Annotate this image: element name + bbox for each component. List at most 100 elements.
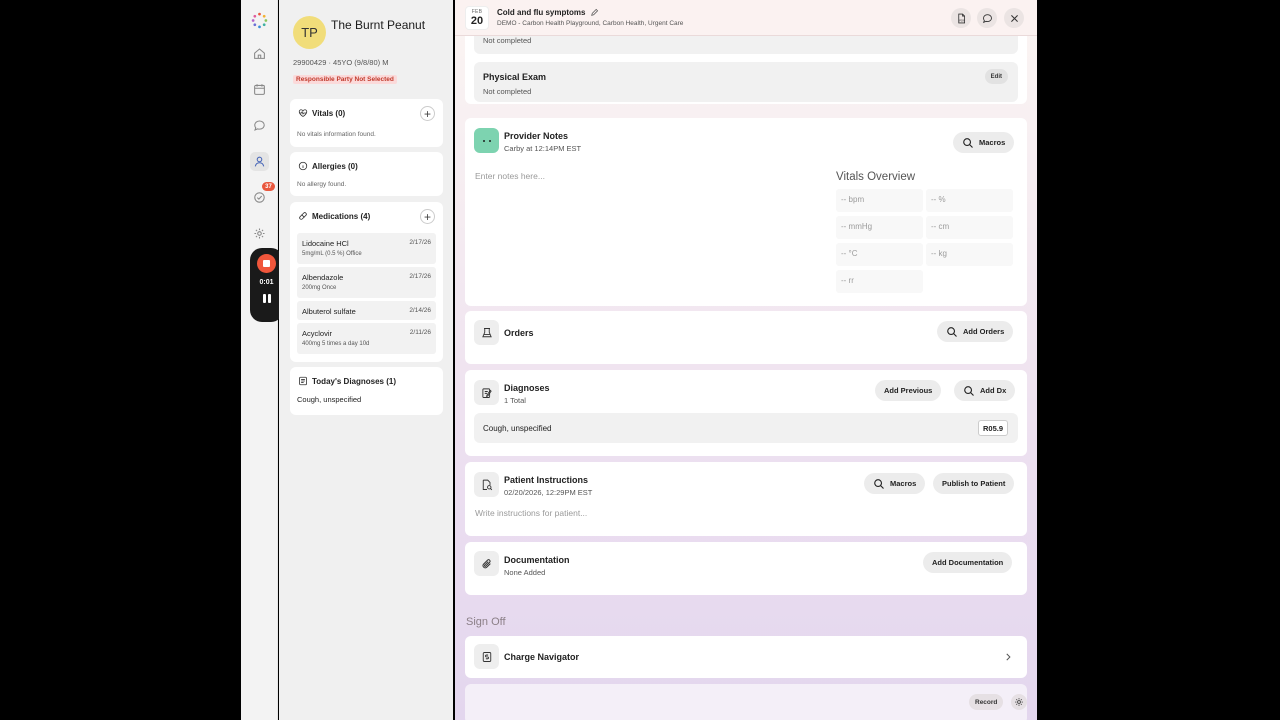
charge-navigator-row[interactable]: Charge Navigator bbox=[465, 636, 1027, 678]
orders-icon-box bbox=[474, 320, 499, 345]
search-icon bbox=[947, 326, 957, 337]
instructions-input[interactable]: Write instructions for patient... bbox=[475, 508, 587, 518]
stop-icon bbox=[263, 260, 270, 267]
publish-to-patient-label: Publish to Patient bbox=[942, 479, 1006, 488]
add-documentation-button[interactable]: Add Documentation bbox=[923, 552, 1013, 573]
vital-respiratory-rate: -- rr bbox=[836, 270, 923, 293]
add-previous-button[interactable]: Add Previous bbox=[875, 380, 942, 401]
medication-item[interactable]: Lidocaine HCl 5mg/mL (0.5 %) Office 2/17… bbox=[297, 233, 436, 264]
document-icon bbox=[299, 376, 307, 386]
add-vitals-button[interactable]: + bbox=[420, 106, 435, 121]
close-button[interactable] bbox=[1004, 8, 1024, 28]
add-orders-label: Add Orders bbox=[963, 327, 1005, 336]
pdf-button[interactable]: PDF bbox=[951, 8, 971, 28]
add-medication-button[interactable]: + bbox=[420, 209, 435, 224]
instructions-icon-box bbox=[474, 472, 499, 497]
medication-date: 2/14/26 bbox=[409, 307, 431, 314]
stop-recording-button[interactable] bbox=[257, 254, 276, 273]
todays-diagnosis-item: Cough, unspecified bbox=[297, 395, 362, 404]
vitals-empty: No vitals information found. bbox=[297, 131, 376, 138]
patient-meta: 29900429 · 45YO (9/8/80) M bbox=[293, 58, 389, 67]
add-dx-button[interactable]: Add Dx bbox=[954, 380, 1016, 401]
pause-recording-button[interactable] bbox=[262, 294, 271, 303]
recording-timer: 0:01 bbox=[259, 279, 274, 286]
patient-instructions-card: Patient Instructions 02/20/2026, 12:29PM… bbox=[465, 462, 1027, 536]
instructions-macros-label: Macros bbox=[890, 479, 917, 488]
chat-icon[interactable] bbox=[250, 116, 269, 135]
orders-title: Orders bbox=[504, 328, 534, 338]
medications-card-header: Medications (4) bbox=[298, 211, 370, 221]
responsible-party-badge[interactable]: Responsible Party Not Selected bbox=[293, 75, 397, 84]
physical-exam-section[interactable]: Physical Exam Not completed Edit bbox=[474, 62, 1018, 102]
todays-diagnoses-card[interactable]: Today's Diagnoses (1) Cough, unspecified bbox=[290, 367, 443, 415]
medication-item[interactable]: Albendazole 200mg Once 2/17/26 bbox=[297, 267, 436, 298]
chevron-right-icon bbox=[1006, 653, 1011, 661]
charge-icon-box bbox=[474, 644, 499, 669]
next-signoff-row[interactable] bbox=[465, 684, 1027, 720]
notes-input[interactable]: Enter notes here... bbox=[475, 171, 545, 181]
paperclip-icon bbox=[482, 558, 491, 568]
encounter-main: FEB 20 Cold and flu symptoms DEMO - Carb… bbox=[455, 0, 1037, 720]
carby-avatar bbox=[474, 128, 499, 153]
allergies-card-title: Allergies (0) bbox=[312, 161, 358, 171]
pause-icon bbox=[262, 294, 266, 303]
charge-navigator-title: Charge Navigator bbox=[504, 652, 580, 662]
medication-date: 2/17/26 bbox=[409, 239, 431, 246]
calendar-icon[interactable] bbox=[250, 80, 269, 99]
app-logo-icon bbox=[251, 12, 268, 29]
medications-card[interactable]: Medications (4) + Lidocaine HCl 5mg/mL (… bbox=[290, 202, 443, 362]
vital-weight: -- kg bbox=[926, 243, 1013, 266]
search-icon bbox=[964, 385, 974, 396]
edit-exam-button[interactable]: Edit bbox=[984, 69, 1008, 84]
physical-exam-status: Not completed bbox=[483, 87, 532, 96]
pencil-icon[interactable] bbox=[590, 8, 599, 17]
heart-pulse-icon bbox=[298, 109, 308, 117]
settings-icon[interactable] bbox=[250, 224, 269, 243]
info-icon bbox=[298, 161, 308, 171]
publish-to-patient-button[interactable]: Publish to Patient bbox=[933, 473, 1015, 494]
clipboard-pen-icon bbox=[481, 387, 492, 398]
diagnosis-name: Cough, unspecified bbox=[483, 424, 552, 433]
add-previous-label: Add Previous bbox=[884, 386, 933, 395]
medication-item[interactable]: Acyclovir 400mg 5 times a day 10d 2/11/2… bbox=[297, 323, 436, 354]
medication-item[interactable]: Albuterol sulfate 2/14/26 bbox=[297, 301, 436, 320]
medication-date: 2/11/26 bbox=[409, 329, 431, 336]
vitals-card[interactable]: Vitals (0) + No vitals information found… bbox=[290, 99, 443, 147]
pdf-icon: PDF bbox=[957, 13, 965, 23]
vital-temperature: -- °C bbox=[836, 243, 923, 266]
diagnoses-subtitle: 1 Total bbox=[504, 396, 526, 405]
medication-name: Acyclovir bbox=[302, 329, 333, 338]
search-icon bbox=[874, 478, 884, 489]
patient-panel: TP The Burnt Peanut 29900429 · 45YO (9/8… bbox=[279, 0, 453, 720]
home-icon[interactable] bbox=[250, 44, 269, 63]
svg-text:PDF: PDF bbox=[959, 18, 965, 22]
documentation-icon-box bbox=[474, 551, 499, 576]
dollar-document-icon bbox=[482, 651, 491, 662]
instructions-macros-button[interactable]: Macros bbox=[864, 473, 926, 494]
diagnosis-row[interactable]: Cough, unspecified R05.9 bbox=[474, 413, 1018, 443]
vitals-overview-title: Vitals Overview bbox=[836, 171, 916, 183]
medications-card-title: Medications (4) bbox=[312, 211, 371, 221]
diagnoses-title: Diagnoses bbox=[504, 383, 550, 393]
previous-exam-status: Not completed bbox=[483, 36, 532, 45]
allergies-card[interactable]: Allergies (0) No allergy found. bbox=[290, 152, 443, 196]
provider-notes-subtitle: Carby at 12:14PM EST bbox=[504, 144, 582, 153]
footer-settings-button[interactable] bbox=[1011, 694, 1027, 710]
gear-icon bbox=[1015, 698, 1023, 706]
add-orders-button[interactable]: Add Orders bbox=[937, 321, 1014, 342]
pill-icon bbox=[299, 212, 307, 220]
patient-icon[interactable] bbox=[250, 152, 269, 171]
pause-icon-bar bbox=[267, 294, 271, 303]
documentation-subtitle: None Added bbox=[504, 568, 546, 577]
patient-name[interactable]: The Burnt Peanut bbox=[331, 18, 441, 32]
record-button[interactable]: Record bbox=[969, 694, 1004, 710]
chat-bubble-icon bbox=[982, 13, 992, 23]
visit-title: Cold and flu symptoms bbox=[497, 8, 599, 17]
sign-off-heading: Sign Off bbox=[466, 616, 506, 628]
vital-heart-rate: -- bpm bbox=[836, 189, 923, 212]
notes-macros-button[interactable]: Macros bbox=[953, 132, 1015, 153]
vital-height: -- cm bbox=[926, 216, 1013, 239]
message-button[interactable] bbox=[977, 8, 997, 28]
todays-diagnoses-title: Today's Diagnoses (1) bbox=[312, 376, 396, 386]
visit-date: FEB 20 bbox=[465, 6, 489, 30]
